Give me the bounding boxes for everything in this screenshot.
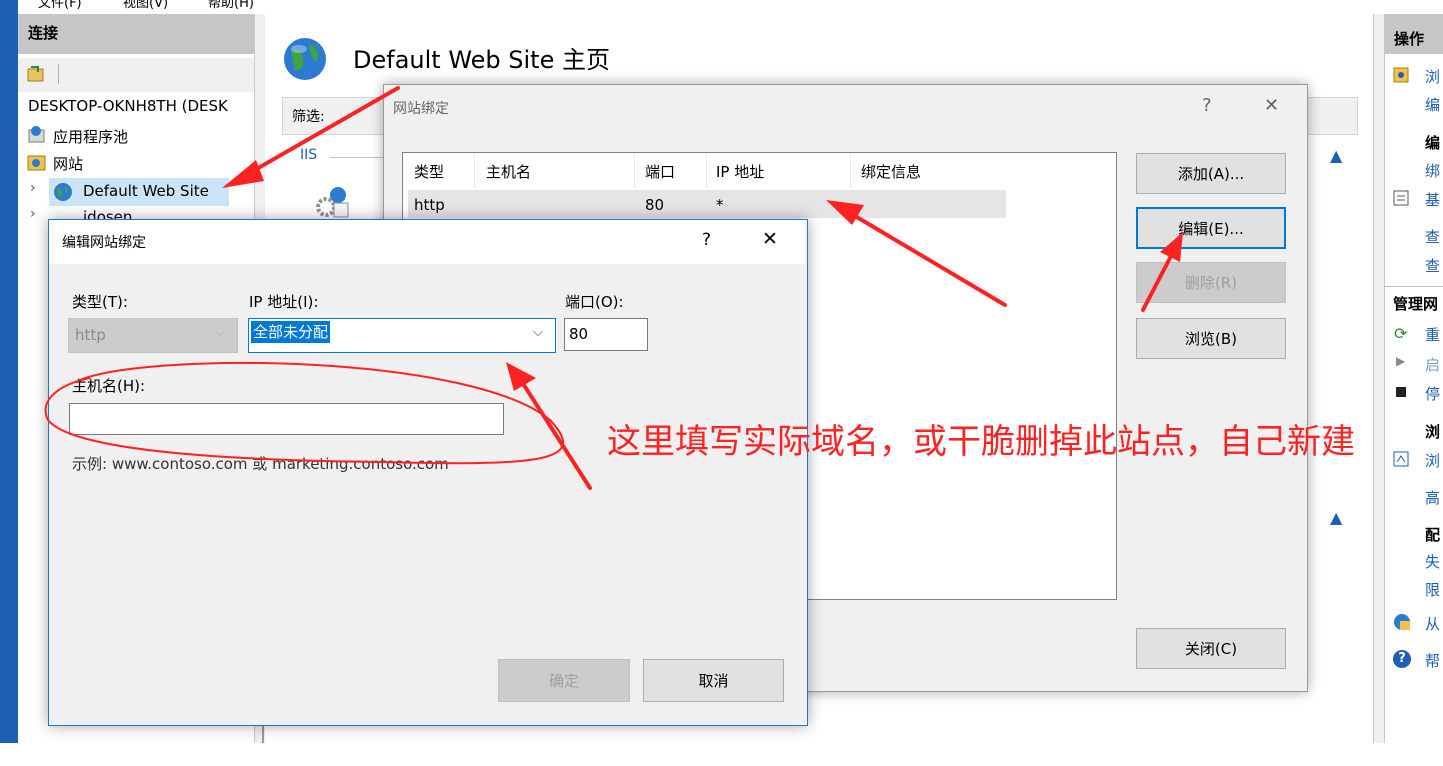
annotation-text: 这里填写实际域名，或干脆删掉此站点，自己新建	[607, 422, 1355, 462]
annotation-arrowhead	[1160, 232, 1183, 262]
annotation-arrow	[848, 211, 1007, 307]
annotation-overlay	[44, 86, 1183, 490]
annotation-arrowhead	[222, 160, 264, 188]
annotation-arrowhead	[506, 362, 536, 391]
annotation-circle	[44, 361, 565, 465]
annotation-arrow	[244, 86, 400, 177]
annotation-arrowhead	[826, 200, 864, 225]
annotation-arrow	[520, 380, 592, 490]
annotation-arrow	[1141, 256, 1172, 312]
